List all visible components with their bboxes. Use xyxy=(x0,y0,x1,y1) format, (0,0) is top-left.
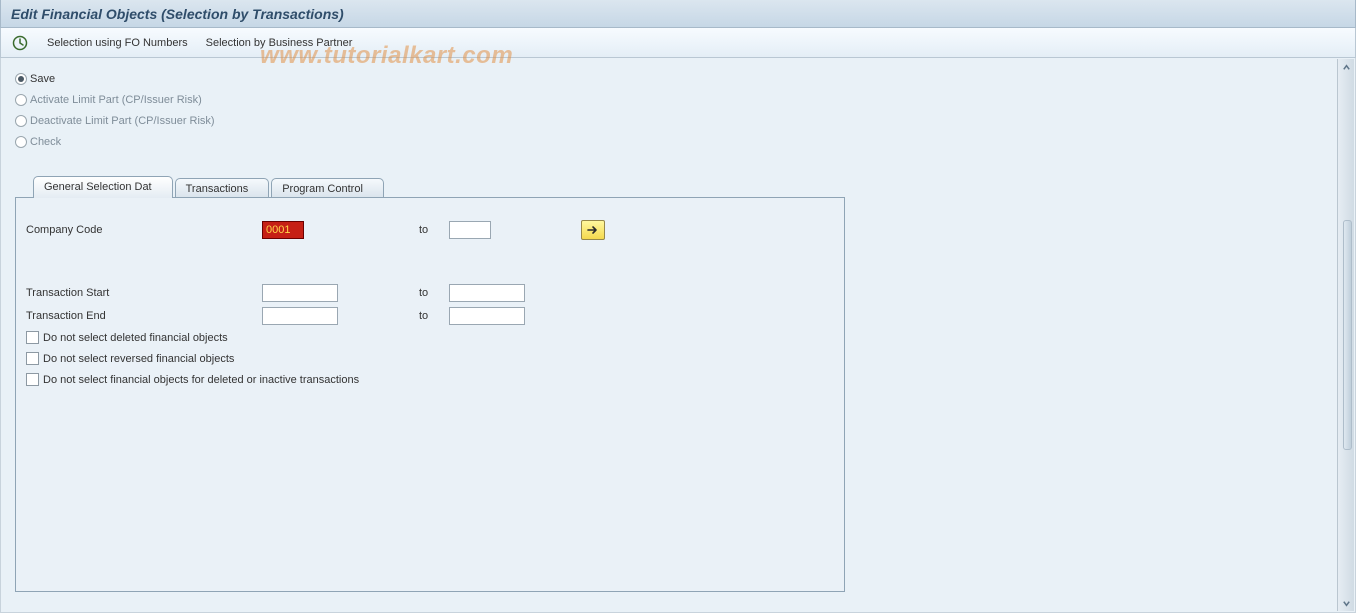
radio-icon xyxy=(15,73,27,85)
transaction-end-to-input[interactable] xyxy=(449,307,525,325)
clock-run-icon xyxy=(12,35,28,51)
scroll-down-arrow[interactable] xyxy=(1339,595,1354,611)
app-toolbar: Selection using FO Numbers Selection by … xyxy=(0,28,1356,58)
company-code-label: Company Code xyxy=(22,224,262,236)
content-area: Save Activate Limit Part (CP/Issuer Risk… xyxy=(0,58,1356,613)
tabs-container: General Selection Dat Transactions Progr… xyxy=(15,176,845,593)
radio-icon xyxy=(15,94,27,106)
transaction-start-from-input[interactable] xyxy=(262,284,338,302)
radio-activate-limit[interactable]: Activate Limit Part (CP/Issuer Risk) xyxy=(15,89,1341,110)
chevron-down-icon xyxy=(1342,599,1351,608)
radio-activate-label: Activate Limit Part (CP/Issuer Risk) xyxy=(30,94,202,106)
execute-icon-button[interactable] xyxy=(11,34,29,52)
chevron-up-icon xyxy=(1342,63,1351,72)
radio-check[interactable]: Check xyxy=(15,131,1341,152)
vertical-scrollbar[interactable] xyxy=(1337,59,1354,611)
to-label: to xyxy=(419,287,449,299)
radio-save[interactable]: Save xyxy=(15,68,1341,89)
tab-body-general: Company Code to Transaction Start to xyxy=(15,197,845,592)
arrow-right-icon xyxy=(587,225,599,235)
check-row-reversed[interactable]: Do not select reversed financial objects xyxy=(22,348,838,369)
company-code-multi-select-button[interactable] xyxy=(581,220,605,240)
page-title-bar: Edit Financial Objects (Selection by Tra… xyxy=(0,0,1356,28)
transaction-end-from-input[interactable] xyxy=(262,307,338,325)
tab-program-control[interactable]: Program Control xyxy=(271,178,384,198)
row-transaction-end: Transaction End to xyxy=(22,304,838,327)
page-title: Edit Financial Objects (Selection by Tra… xyxy=(11,6,1345,22)
radio-save-label: Save xyxy=(30,73,55,85)
company-code-from-input[interactable] xyxy=(262,221,304,239)
radio-icon xyxy=(15,136,27,148)
row-company-code: Company Code to xyxy=(22,218,838,241)
radio-check-label: Check xyxy=(30,136,61,148)
selection-business-partner-link[interactable]: Selection by Business Partner xyxy=(206,37,353,49)
scroll-up-arrow[interactable] xyxy=(1339,59,1354,75)
check-row-inactive-trans[interactable]: Do not select financial objects for dele… xyxy=(22,369,838,390)
radio-icon xyxy=(15,115,27,127)
transaction-end-label: Transaction End xyxy=(22,310,262,322)
selection-fo-numbers-link[interactable]: Selection using FO Numbers xyxy=(47,37,188,49)
check-row-deleted[interactable]: Do not select deleted financial objects xyxy=(22,327,838,348)
radio-deactivate-limit[interactable]: Deactivate Limit Part (CP/Issuer Risk) xyxy=(15,110,1341,131)
checkbox-icon xyxy=(26,373,39,386)
company-code-to-input[interactable] xyxy=(449,221,491,239)
tab-general-selection[interactable]: General Selection Dat xyxy=(33,176,173,198)
transaction-start-to-input[interactable] xyxy=(449,284,525,302)
spacer xyxy=(22,241,838,281)
check-deleted-label: Do not select deleted financial objects xyxy=(43,332,228,344)
scroll-thumb[interactable] xyxy=(1343,220,1352,450)
transaction-start-label: Transaction Start xyxy=(22,287,262,299)
tab-transactions[interactable]: Transactions xyxy=(175,178,270,198)
to-label: to xyxy=(419,310,449,322)
check-reversed-label: Do not select reversed financial objects xyxy=(43,353,234,365)
to-label: to xyxy=(419,224,449,236)
tab-strip: General Selection Dat Transactions Progr… xyxy=(15,176,845,198)
row-transaction-start: Transaction Start to xyxy=(22,281,838,304)
checkbox-icon xyxy=(26,331,39,344)
action-radio-group: Save Activate Limit Part (CP/Issuer Risk… xyxy=(15,68,1341,152)
radio-deactivate-label: Deactivate Limit Part (CP/Issuer Risk) xyxy=(30,115,215,127)
checkbox-icon xyxy=(26,352,39,365)
check-inactive-label: Do not select financial objects for dele… xyxy=(43,374,359,386)
